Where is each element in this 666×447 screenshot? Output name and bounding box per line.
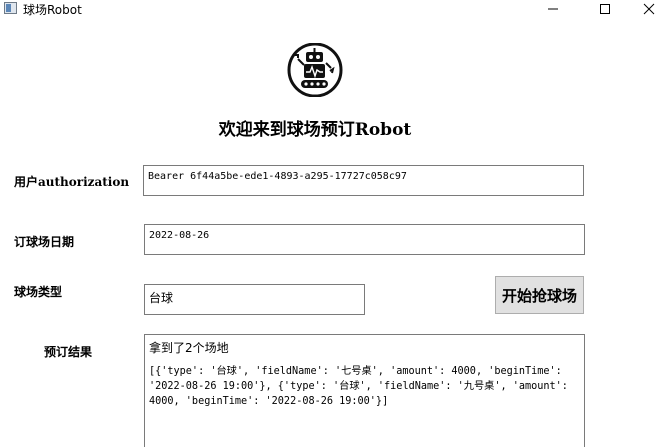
close-icon bbox=[643, 3, 655, 15]
court-type-input[interactable]: 台球 bbox=[144, 284, 365, 315]
authorization-input[interactable]: Bearer 6f44a5be-ede1-4893-a295-17727c058… bbox=[143, 165, 584, 196]
window-title: 球场Robot bbox=[23, 3, 82, 17]
app-icon bbox=[4, 2, 17, 14]
minimize-icon bbox=[548, 8, 558, 10]
court-type-label: 球场类型 bbox=[14, 285, 63, 299]
date-input[interactable]: 2022-08-26 bbox=[144, 224, 585, 255]
result-summary: 拿到了2个场地 bbox=[149, 341, 229, 355]
maximize-button[interactable] bbox=[582, 0, 628, 18]
close-button[interactable] bbox=[626, 0, 666, 18]
start-grab-button[interactable]: 开始抢球场 bbox=[495, 276, 584, 314]
result-textarea[interactable]: 拿到了2个场地 [{'type': '台球', 'fieldName': '七号… bbox=[144, 334, 585, 447]
result-detail: [{'type': '台球', 'fieldName': '七号桌', 'amo… bbox=[149, 366, 575, 407]
result-label: 预订结果 bbox=[44, 345, 93, 359]
authorization-label: 用户authorization bbox=[14, 175, 130, 189]
minimize-button[interactable] bbox=[530, 0, 576, 18]
welcome-title: 欢迎来到球场预订Robot bbox=[218, 120, 412, 140]
robot-icon bbox=[287, 43, 343, 97]
date-label: 订球场日期 bbox=[14, 235, 75, 249]
title-bar: 球场Robot bbox=[0, 0, 666, 18]
maximize-icon bbox=[600, 4, 610, 14]
